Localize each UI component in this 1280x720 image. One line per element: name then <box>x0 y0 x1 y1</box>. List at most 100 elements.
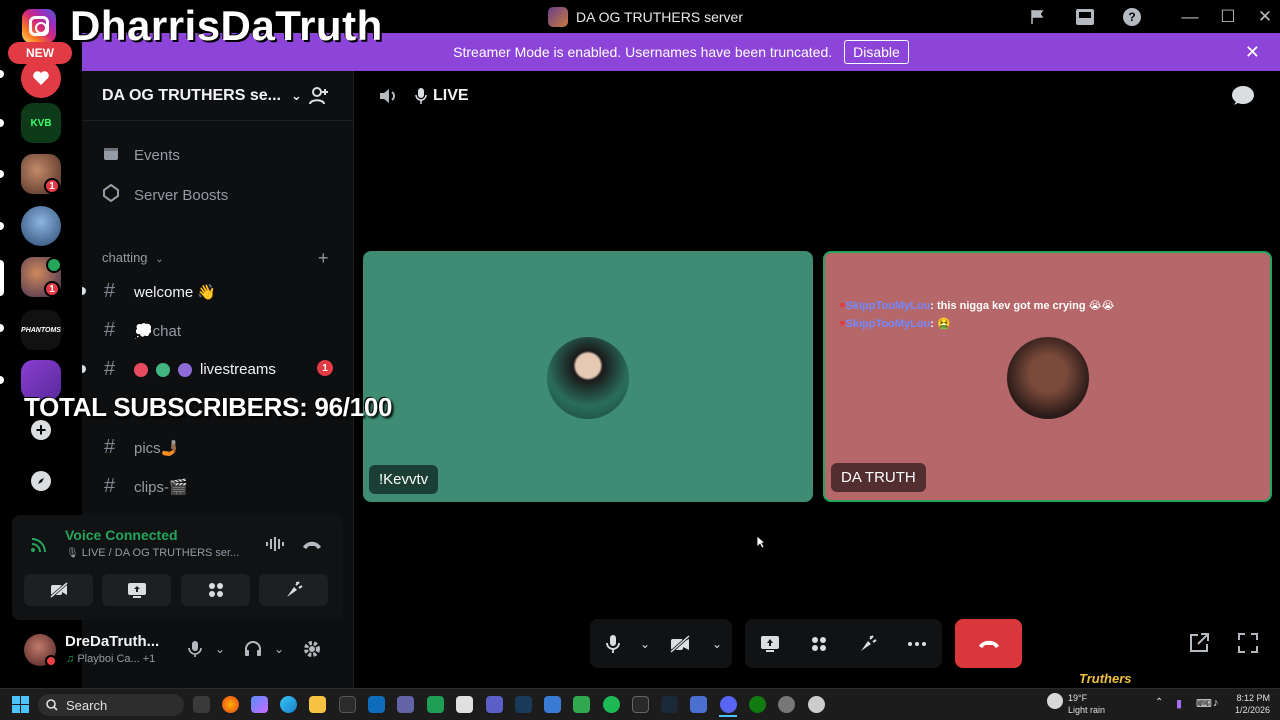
channel-clips[interactable]: # clips-🎬 <box>104 475 188 498</box>
activities-button[interactable] <box>796 624 842 664</box>
server-boosts-row[interactable]: Server Boosts <box>102 183 228 206</box>
banner-close-icon[interactable]: ✕ <box>1245 42 1260 63</box>
mic-options-chevron-icon[interactable]: ⌄ <box>636 624 654 664</box>
firefox-icon[interactable] <box>222 696 239 713</box>
tray-mic-icon[interactable]: ▮ <box>1176 697 1182 710</box>
maximize-icon[interactable]: ☐ <box>1217 6 1239 28</box>
volume-icon[interactable]: ♪ <box>1213 697 1219 709</box>
add-server-icon[interactable]: + <box>31 420 51 440</box>
weather-icon[interactable] <box>1047 693 1063 709</box>
red-circle-icon <box>134 362 148 377</box>
store-icon[interactable] <box>339 696 356 713</box>
camera-toggle-button[interactable] <box>654 624 706 664</box>
outlook-icon[interactable] <box>368 696 385 713</box>
edge-icon[interactable] <box>280 696 297 713</box>
disconnect-icon[interactable] <box>302 538 322 556</box>
app-icon-green-2[interactable] <box>573 696 590 713</box>
help-icon[interactable]: ? <box>1121 6 1143 28</box>
discord-icon[interactable] <box>720 696 737 713</box>
mic-options-chevron-icon[interactable]: ⌄ <box>215 642 225 656</box>
teams-icon[interactable] <box>397 696 414 713</box>
participant-avatar <box>1007 337 1089 419</box>
truthers-watermark: Truthers <box>1079 671 1132 686</box>
clock-date: 1/2/2026 <box>1234 705 1270 715</box>
app-icon-dark-blue[interactable] <box>515 696 532 713</box>
stage-speaker-icon <box>378 86 400 111</box>
disable-streamer-mode-button[interactable]: Disable <box>844 40 909 64</box>
chat-bubble-icon[interactable] <box>1231 85 1255 112</box>
close-window-icon[interactable]: ✕ <box>1254 6 1276 28</box>
voice-mic-icon <box>415 88 427 104</box>
server-icon-avatar-2[interactable] <box>21 206 61 246</box>
minimize-icon[interactable]: — <box>1179 6 1201 28</box>
camera-off-button[interactable] <box>24 574 93 606</box>
app-icon-green[interactable] <box>427 696 444 713</box>
soundboard-button[interactable] <box>845 624 891 664</box>
app-icon-white[interactable] <box>456 696 473 713</box>
spotify-icon[interactable] <box>603 696 620 713</box>
server-icon-heart[interactable] <box>21 58 61 98</box>
soundboard-button[interactable] <box>259 574 328 606</box>
user-panel <box>12 622 343 678</box>
noise-suppression-icon[interactable] <box>265 536 285 557</box>
fullscreen-icon[interactable] <box>1237 632 1259 659</box>
steam-icon[interactable] <box>661 696 678 713</box>
category-label: chatting <box>102 250 148 265</box>
participant-name-label: !Kevvtv <box>369 465 439 494</box>
taskbar-search[interactable]: Search <box>38 694 184 716</box>
app-icon-blue[interactable] <box>690 696 707 713</box>
search-icon <box>46 699 58 711</box>
copilot-icon[interactable] <box>251 696 268 713</box>
weather-widget[interactable]: 19°F Light rain <box>1068 692 1105 716</box>
music-note-icon: ♫ <box>66 653 75 665</box>
share-screen-button[interactable] <box>747 624 793 664</box>
channel-chat[interactable]: # 💭chat <box>104 319 181 342</box>
photos-icon[interactable] <box>544 696 561 713</box>
file-explorer-icon[interactable] <box>309 696 326 713</box>
category-header[interactable]: chatting ⌄ <box>102 250 164 265</box>
create-channel-icon[interactable]: + <box>318 248 329 269</box>
events-row[interactable]: Events <box>102 145 180 165</box>
app-icon-light[interactable] <box>808 696 825 713</box>
leave-call-button[interactable] <box>955 619 1022 668</box>
server-icon-kvb[interactable]: KVB <box>21 103 61 143</box>
network-icon[interactable]: ⌨ <box>1196 697 1212 710</box>
voice-location[interactable]: 🎙 LIVE / DA OG TRUTHERS ser... <box>66 547 239 559</box>
participant-avatar <box>547 337 629 419</box>
camera-options-chevron-icon[interactable]: ⌄ <box>706 624 728 664</box>
channel-name: clips-🎬 <box>134 478 188 496</box>
flag-icon[interactable] <box>1027 6 1049 28</box>
channel-mention-badge: 1 <box>317 360 333 376</box>
weather-temp: 19°F <box>1068 693 1088 703</box>
server-title: DA OG TRUTHERS se... <box>102 86 281 104</box>
voice-status[interactable]: Voice Connected <box>65 527 178 543</box>
mute-button[interactable] <box>590 624 636 664</box>
app-icon-purple[interactable] <box>486 696 503 713</box>
more-options-icon[interactable] <box>894 624 940 664</box>
windows-start-icon[interactable] <box>12 696 29 718</box>
settings-gear-icon[interactable] <box>302 639 322 664</box>
discover-icon[interactable] <box>31 471 51 491</box>
channel-welcome[interactable]: # welcome 👋 <box>104 280 216 303</box>
headphones-icon[interactable] <box>244 640 262 663</box>
inbox-icon[interactable] <box>1074 6 1096 28</box>
popout-icon[interactable] <box>1188 632 1210 659</box>
video-tile-da-truth[interactable]: ♥SkippTooMyLou: this nigga kev got me cr… <box>823 251 1272 502</box>
channel-pics[interactable]: # pics🤳🏾 <box>104 436 179 459</box>
channel-livestreams[interactable]: # livestreams <box>104 358 276 381</box>
tray-overflow-icon[interactable]: ⌃ <box>1155 697 1163 708</box>
username[interactable]: DreDaTruth... <box>65 633 159 650</box>
signal-icon[interactable] <box>30 535 50 558</box>
screen-share-button[interactable] <box>102 574 171 606</box>
activities-button[interactable] <box>181 574 250 606</box>
server-icon-phantoms[interactable]: PHANTOMS <box>21 310 61 350</box>
settings-icon[interactable] <box>778 696 795 713</box>
task-view-icon[interactable] <box>193 696 210 713</box>
clock[interactable]: 8:12 PM 1/2/2026 <box>1230 692 1270 716</box>
invite-icon[interactable] <box>309 86 329 111</box>
audio-options-chevron-icon[interactable]: ⌄ <box>274 642 284 656</box>
video-tile-kevvtv[interactable]: !Kevvtv <box>363 251 813 502</box>
epic-games-icon[interactable] <box>632 696 649 713</box>
mic-icon[interactable] <box>188 640 202 663</box>
xbox-icon[interactable] <box>749 696 766 713</box>
